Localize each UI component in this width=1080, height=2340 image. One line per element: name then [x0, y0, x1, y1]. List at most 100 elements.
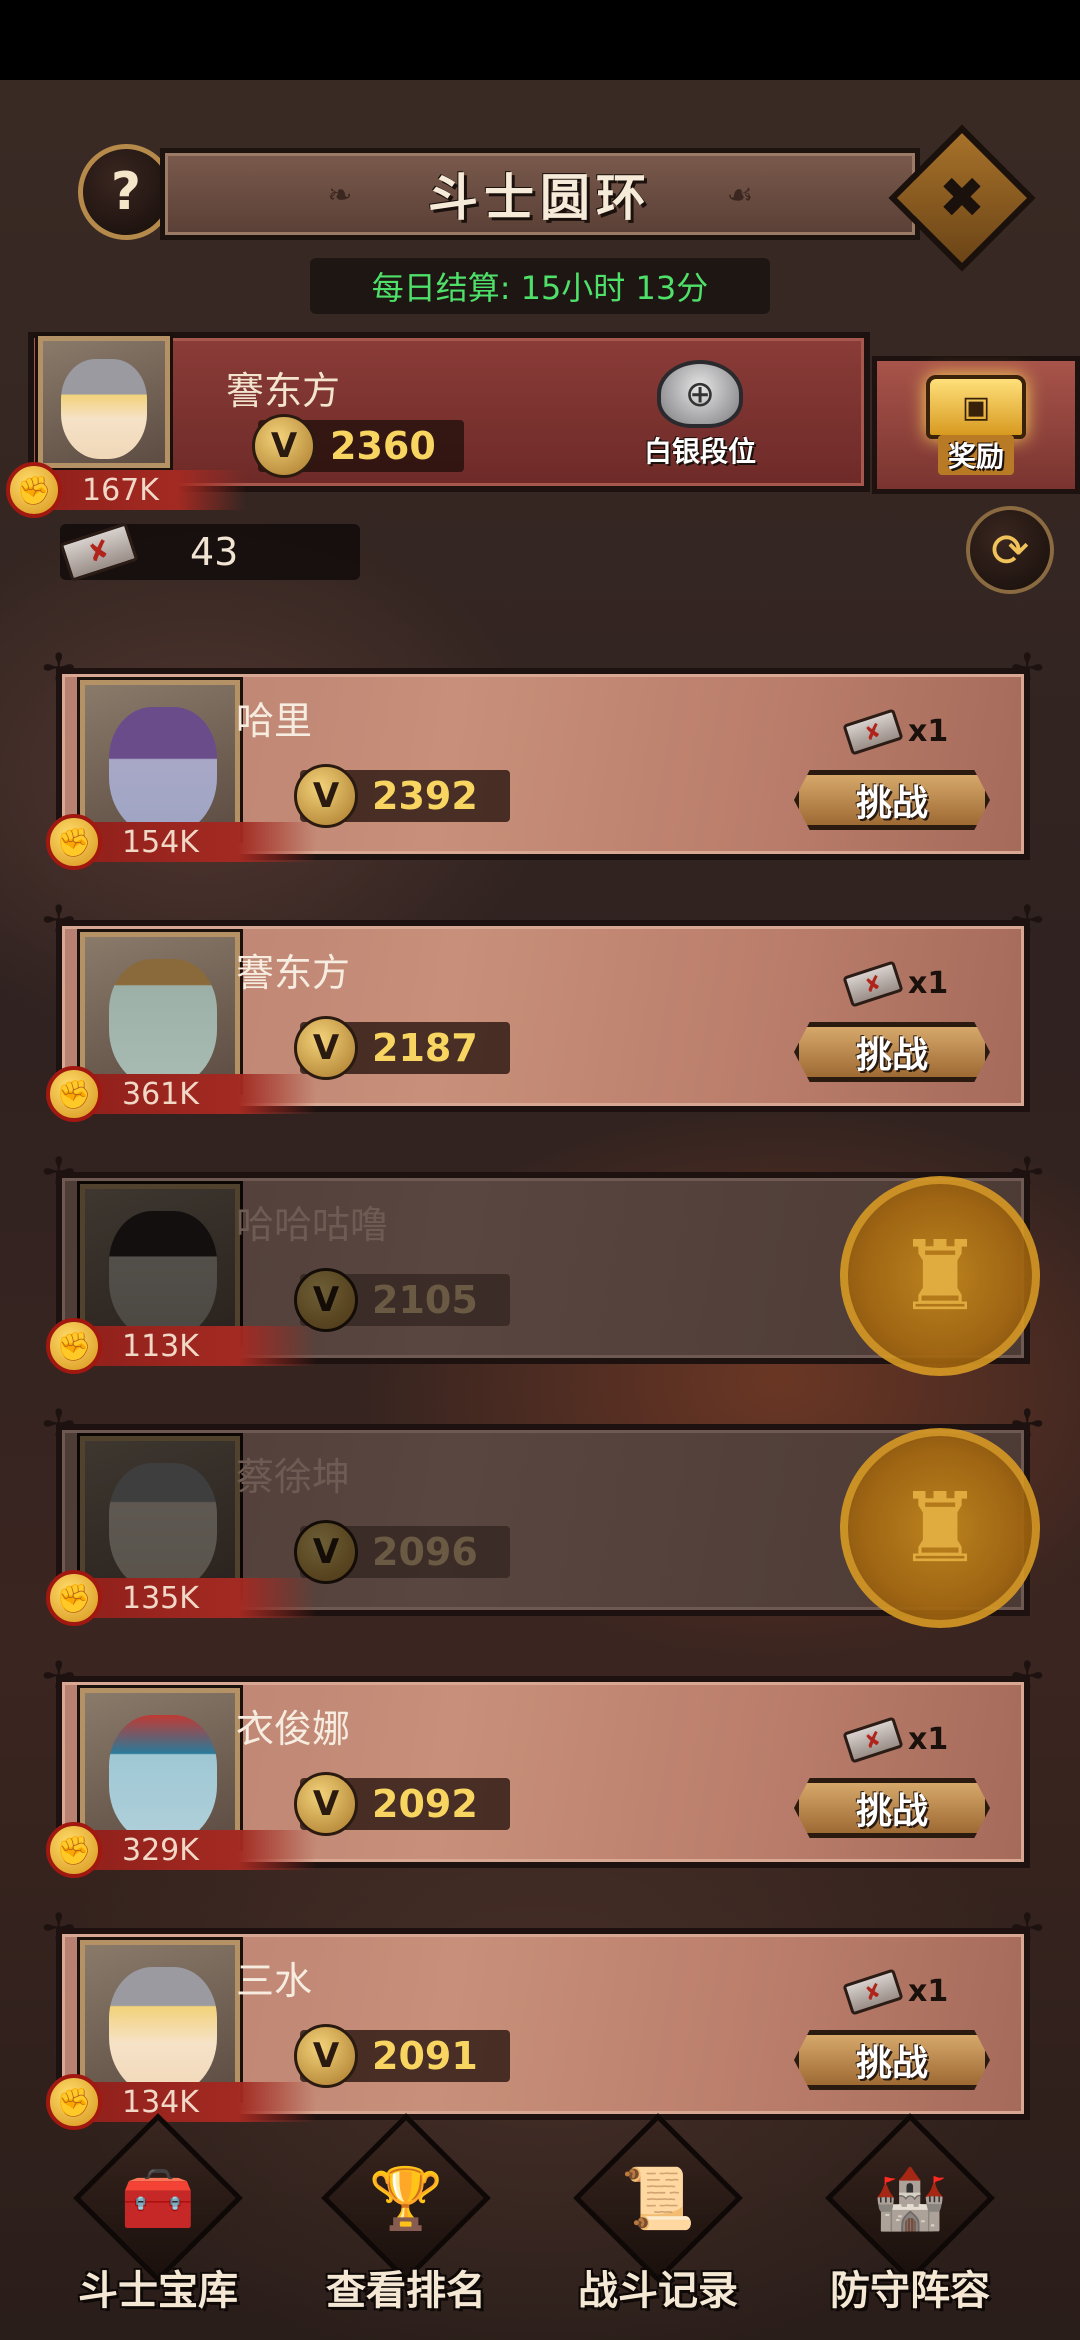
- player-avatar[interactable]: [38, 336, 170, 468]
- thorn-ornament-icon: ✢: [1010, 1654, 1044, 1700]
- opponent-score: V 2092: [294, 1772, 510, 1836]
- opponent-avatar: [80, 1436, 240, 1596]
- scroll-icon: 📜: [620, 2163, 696, 2234]
- settlement-label: 每日结算:: [371, 269, 511, 307]
- arena-emblem-icon: V: [294, 2024, 358, 2088]
- player-name: 謇东方: [226, 369, 341, 413]
- ticket-cost-value: x1: [908, 966, 949, 1001]
- opponent-avatar: [80, 1184, 240, 1344]
- thorn-ornament-icon: ✢: [42, 646, 76, 692]
- opponent-score: V 2392: [294, 764, 510, 828]
- rank-label: 白银段位: [643, 435, 756, 468]
- opponent-avatar[interactable]: [80, 1940, 240, 2100]
- wing-ornament-right-icon: ☙: [726, 178, 754, 213]
- arena-emblem-icon: V: [294, 1520, 358, 1584]
- knight-portrait-icon: [109, 1967, 217, 2095]
- ticket-cost-value: x1: [908, 1974, 949, 2009]
- opponent-power-value: 329K: [122, 1832, 199, 1868]
- title-banner: ❧ 斗士圆环 ☙: [160, 148, 920, 240]
- defeated-seal-icon: ♜: [840, 1428, 1040, 1628]
- opponent-name: 謇东方: [236, 951, 351, 995]
- opponent-score-value: 2105: [372, 1278, 478, 1322]
- opponent-power-value: 135K: [122, 1580, 199, 1616]
- thorn-ornament-icon: ✢: [42, 898, 76, 944]
- nav-defense-lineup-button[interactable]: 🏰 防守阵容: [810, 2113, 1010, 2328]
- defeated-seal-icon: ♜: [840, 1176, 1040, 1376]
- opponent-power-value: 134K: [122, 2084, 199, 2120]
- warrior-portrait-icon: [109, 1715, 217, 1843]
- page-title: 斗士圆环: [428, 169, 652, 227]
- arena-emblem-icon: V: [294, 1016, 358, 1080]
- trophy-icon: 🏆: [368, 2163, 444, 2234]
- rank-badge[interactable]: ⊕ 白银段位: [620, 360, 780, 470]
- opponent-name: 衣俊娜: [236, 1707, 351, 1751]
- player-power-value: 167K: [82, 472, 159, 508]
- opponent-score: V 2105: [294, 1268, 510, 1332]
- refresh-button[interactable]: ⟳: [966, 506, 1054, 594]
- settlement-value: 15小时 13分: [520, 269, 709, 307]
- nav-treasury-button[interactable]: 🧰 斗士宝库: [58, 2113, 258, 2328]
- ticket-icon: ✘: [842, 959, 904, 1008]
- arena-emblem-icon: V: [252, 414, 316, 478]
- ticket-cost: ✘ x1: [842, 1967, 949, 2016]
- thorn-ornament-icon: ✢: [42, 1402, 76, 1448]
- ticket-icon: ✘: [842, 1967, 904, 2016]
- nav-label: 查看排名: [326, 2268, 486, 2314]
- wing-ornament-left-icon: ❧: [327, 178, 353, 213]
- nav-battle-log-button[interactable]: 📜 战斗记录: [558, 2113, 758, 2328]
- fist-power-icon: ✊: [6, 462, 62, 518]
- challenge-button[interactable]: 挑战: [794, 1022, 990, 1082]
- fist-power-icon: ✊: [46, 1822, 102, 1878]
- opponent-power: ✊ 154K: [46, 814, 316, 870]
- ticket-icon: ✘: [842, 1715, 904, 1764]
- ticket-icon: ✘: [59, 522, 139, 582]
- arena-emblem-icon: V: [294, 1772, 358, 1836]
- nav-ranking-button[interactable]: 🏆 查看排名: [306, 2113, 506, 2328]
- opponent-power-value: 113K: [122, 1328, 199, 1364]
- opponent-power: ✊ 329K: [46, 1822, 316, 1878]
- ticket-cost: ✘ x1: [842, 959, 949, 1008]
- nav-label: 防守阵容: [830, 2268, 990, 2314]
- opponent-score-value: 2392: [372, 774, 478, 818]
- thorn-ornament-icon: ✢: [1010, 1150, 1044, 1196]
- opponent-power-value: 154K: [122, 824, 199, 860]
- opponent-power: ✊ 135K: [46, 1570, 316, 1626]
- ticket-cost: ✘ x1: [842, 1715, 949, 1764]
- fist-power-icon: ✊: [46, 1066, 102, 1122]
- fist-power-icon: ✊: [46, 1318, 102, 1374]
- ticket-cost-value: x1: [908, 1722, 949, 1757]
- opponent-score-value: 2091: [372, 2034, 478, 2078]
- opponent-score-value: 2187: [372, 1026, 478, 1070]
- status-bar: [0, 0, 1080, 80]
- opponent-avatar[interactable]: [80, 932, 240, 1092]
- player-score-value: 2360: [330, 424, 436, 468]
- thorn-ornament-icon: ✢: [42, 1150, 76, 1196]
- challenge-button[interactable]: 挑战: [794, 2030, 990, 2090]
- refresh-icon: ⟳: [990, 523, 1030, 577]
- opponent-score-value: 2096: [372, 1530, 478, 1574]
- nav-label: 战斗记录: [578, 2268, 738, 2314]
- opponent-power-value: 361K: [122, 1076, 199, 1112]
- question-icon: ?: [110, 162, 142, 222]
- opponent-avatar[interactable]: [80, 1688, 240, 1848]
- treasure-chest-icon: 🧰: [120, 2163, 196, 2234]
- reward-button[interactable]: ▣ 奖励: [872, 356, 1080, 494]
- thorn-ornament-icon: ✢: [42, 1654, 76, 1700]
- opponent-name: 三水: [236, 1959, 313, 2003]
- opponent-avatar[interactable]: [80, 680, 240, 840]
- ticket-cost-value: x1: [908, 714, 949, 749]
- daily-settlement-timer: 每日结算: 15小时 13分: [310, 258, 770, 314]
- ticket-count: 43: [190, 530, 239, 574]
- opponent-power: ✊ 361K: [46, 1066, 316, 1122]
- castle-shield-icon: 🏰: [872, 2163, 948, 2234]
- arena-emblem-icon: V: [294, 1268, 358, 1332]
- arena-emblem-icon: V: [294, 764, 358, 828]
- knight-portrait-icon: [61, 359, 147, 459]
- challenge-button[interactable]: 挑战: [794, 1778, 990, 1838]
- player-score: V 2360: [252, 414, 464, 478]
- opponent-name: 哈里: [236, 699, 313, 743]
- opponent-name: 蔡徐坤: [236, 1455, 351, 1499]
- opponent-power: ✊ 134K: [46, 2074, 316, 2130]
- challenge-button[interactable]: 挑战: [794, 770, 990, 830]
- hooded-portrait-icon: [109, 1211, 217, 1339]
